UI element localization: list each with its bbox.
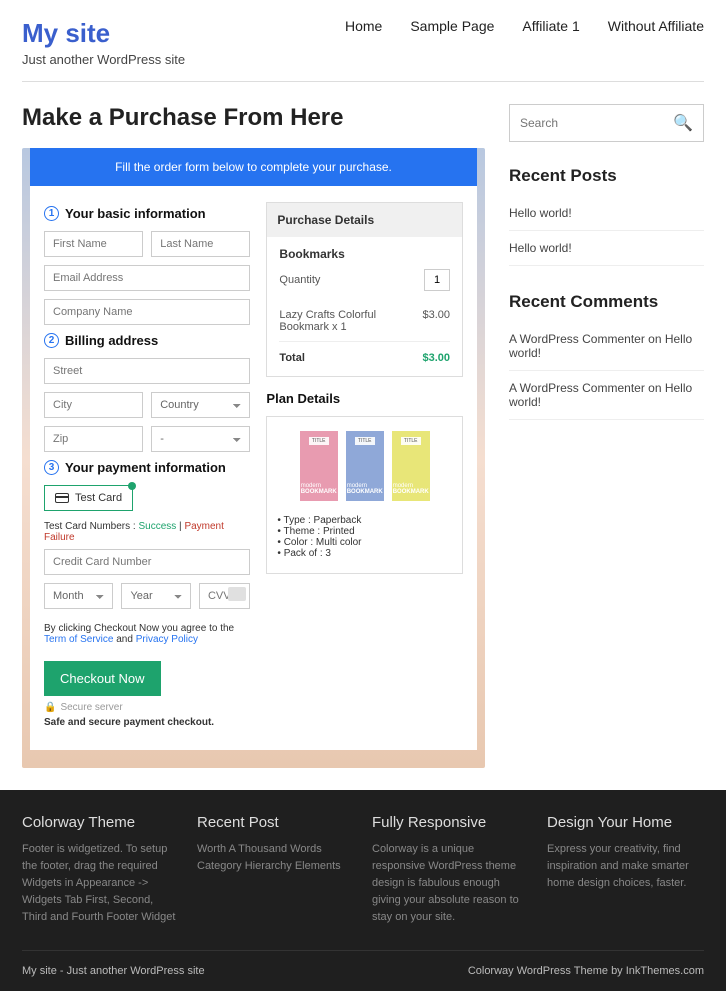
privacy-link[interactable]: Privacy Policy — [136, 634, 198, 645]
recent-posts-header: Recent Posts — [509, 166, 704, 186]
cvv-card-icon — [228, 587, 246, 601]
section-billing: 2Billing address — [44, 333, 250, 348]
bookmark-pink: TITLEmodernBOOKMARK — [300, 431, 338, 501]
test-card-note: Test Card Numbers : Success | Payment Fa… — [44, 521, 250, 543]
main-nav: Home Sample Page Affiliate 1 Without Aff… — [345, 18, 704, 34]
total-amount: $3.00 — [422, 352, 450, 364]
section-payment: 3Your payment information — [44, 460, 250, 475]
safe-note: Safe and secure payment checkout. — [44, 717, 250, 728]
plan-header: Plan Details — [266, 391, 463, 406]
company-input[interactable] — [44, 299, 250, 325]
checkout-button[interactable]: Checkout Now — [44, 661, 161, 696]
footer-col-1-txt: Footer is widgetized. To setup the foote… — [22, 841, 179, 926]
email-input[interactable] — [44, 265, 250, 291]
last-name-input[interactable] — [151, 231, 250, 257]
plan-box: TITLEmodernBOOKMARK TITLEmodernBOOKMARK … — [266, 416, 463, 574]
qty-label: Quantity — [279, 274, 320, 286]
qty-input[interactable] — [424, 269, 450, 291]
bookmark-blue: TITLEmodernBOOKMARK — [346, 431, 384, 501]
search-icon[interactable]: 🔍 — [673, 113, 693, 133]
comment-item: A WordPress Commenter on Hello world! — [509, 322, 704, 371]
success-link[interactable]: Success — [138, 521, 176, 532]
state-select[interactable]: - — [151, 426, 250, 452]
street-input[interactable] — [44, 358, 250, 384]
cc-number-input[interactable] — [44, 549, 250, 575]
comment-item: A WordPress Commenter on Hello world! — [509, 371, 704, 420]
purchase-details: Purchase Details Bookmarks Quantity Lazy… — [266, 202, 463, 377]
footer-col-2-txt: Worth A Thousand Words Category Hierarch… — [197, 841, 354, 875]
nav-home[interactable]: Home — [345, 18, 382, 34]
comment-author[interactable]: A WordPress Commenter — [509, 332, 645, 346]
line-item-name: Lazy Crafts Colorful Bookmark x 1 — [279, 309, 422, 333]
lock-icon: 🔒 — [44, 702, 56, 713]
terms-note: By clicking Checkout Now you agree to th… — [44, 623, 250, 645]
total-label: Total — [279, 352, 304, 364]
post-item[interactable]: Hello world! — [509, 231, 704, 266]
card-icon — [55, 493, 69, 503]
nav-without-affiliate[interactable]: Without Affiliate — [608, 18, 704, 34]
step-3-icon: 3 — [44, 460, 59, 475]
footer-right: Colorway WordPress Theme by InkThemes.co… — [468, 965, 704, 977]
nav-sample[interactable]: Sample Page — [410, 18, 494, 34]
bookmark-yellow: TITLEmodernBOOKMARK — [392, 431, 430, 501]
step-2-icon: 2 — [44, 333, 59, 348]
nav-affiliate1[interactable]: Affiliate 1 — [522, 18, 579, 34]
test-card-button[interactable]: Test Card — [44, 485, 133, 511]
city-input[interactable] — [44, 392, 143, 418]
section-basic-info: 1Your basic information — [44, 206, 250, 221]
search-input[interactable] — [520, 116, 658, 130]
step-1-icon: 1 — [44, 206, 59, 221]
footer-col-3-hd: Fully Responsive — [372, 814, 529, 831]
plan-bullets: Type : Paperback Theme : Printed Color :… — [277, 515, 452, 559]
product-name: Bookmarks — [279, 247, 450, 261]
first-name-input[interactable] — [44, 231, 143, 257]
details-header: Purchase Details — [267, 203, 462, 237]
month-select[interactable]: Month — [44, 583, 113, 609]
site-title[interactable]: My site — [22, 18, 185, 49]
footer-col-4-hd: Design Your Home — [547, 814, 704, 831]
search-box[interactable]: 🔍 — [509, 104, 704, 142]
site-tagline: Just another WordPress site — [22, 52, 185, 67]
recent-comments-header: Recent Comments — [509, 292, 704, 312]
page-title: Make a Purchase From Here — [22, 104, 485, 132]
line-item-price: $3.00 — [422, 309, 450, 333]
secure-note: 🔒Secure server — [44, 702, 250, 713]
zip-input[interactable] — [44, 426, 143, 452]
country-select[interactable]: Country — [151, 392, 250, 418]
post-item[interactable]: Hello world! — [509, 196, 704, 231]
form-banner: Fill the order form below to complete yo… — [30, 148, 477, 186]
footer-col-3-txt: Colorway is a unique responsive WordPres… — [372, 841, 529, 926]
footer-col-2-hd: Recent Post — [197, 814, 354, 831]
purchase-form-wrap: Fill the order form below to complete yo… — [22, 148, 485, 768]
footer-left: My site - Just another WordPress site — [22, 965, 205, 977]
year-select[interactable]: Year — [121, 583, 190, 609]
footer: Colorway Theme Footer is widgetized. To s… — [0, 790, 726, 991]
footer-col-4-txt: Express your creativity, find inspiratio… — [547, 841, 704, 892]
comment-author[interactable]: A WordPress Commenter — [509, 381, 645, 395]
footer-col-1-hd: Colorway Theme — [22, 814, 179, 831]
tos-link[interactable]: Term of Service — [44, 634, 113, 645]
